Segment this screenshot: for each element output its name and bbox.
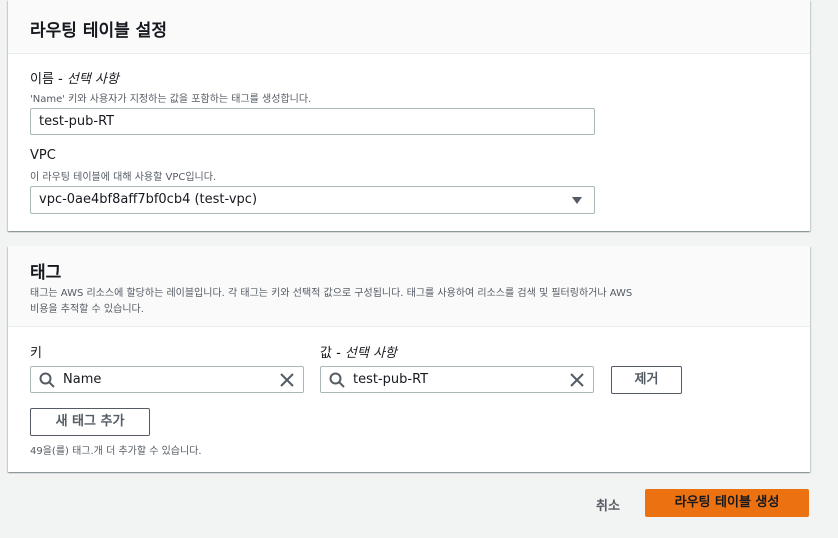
route-table-settings-header: 라우팅 테이블 설정 — [8, 0, 810, 54]
add-tag-button[interactable]: 새 태그 추가 — [30, 408, 150, 436]
cancel-button[interactable]: 취소 — [596, 495, 620, 514]
vpc-label: VPC — [30, 148, 56, 163]
search-icon — [329, 372, 345, 388]
tag-value-input[interactable]: test-pub-RT — [320, 366, 594, 393]
tags-description-line1: 태그는 AWS 리소스에 할당하는 레이블입니다. 각 태그는 키와 선택적 값… — [30, 288, 633, 299]
tag-value-value: test-pub-RT — [353, 372, 429, 387]
route-table-settings-panel: 라우팅 테이블 설정 이름 - 선택 사항 'Name' 키와 사용자가 지정하… — [8, 0, 810, 231]
name-label-row: 이름 - 선택 사항 — [30, 68, 119, 87]
clear-icon[interactable] — [279, 372, 295, 388]
name-description: 'Name' 키와 사용자가 지정하는 값을 포함하는 태그를 생성합니다. — [30, 94, 312, 105]
tags-description-line2: 비용을 추적할 수 있습니다. — [30, 304, 144, 315]
name-input[interactable]: test-pub-RT — [30, 108, 595, 135]
vpc-select[interactable]: vpc-0ae4bf8aff7bf0cb4 (test-vpc) — [30, 186, 595, 214]
name-optional-label: - 선택 사항 — [53, 72, 119, 87]
name-label: 이름 — [30, 72, 54, 87]
tag-key-value: Name — [63, 372, 102, 387]
caret-down-icon — [572, 197, 582, 204]
tag-value-optional-label: - 선택 사항 — [331, 346, 397, 361]
vpc-description: 이 라우팅 테이블에 대해 사용할 VPC입니다. — [30, 172, 217, 183]
route-table-settings-title: 라우팅 테이블 설정 — [30, 21, 167, 41]
tags-header: 태그 태그는 AWS 리소스에 할당하는 레이블입니다. 각 태그는 키와 선택… — [8, 246, 810, 327]
tags-title: 태그 — [30, 263, 62, 283]
tag-key-input[interactable]: Name — [30, 366, 304, 393]
remove-tag-button[interactable]: 제거 — [611, 366, 682, 394]
remaining-tags-text: 49을(를) 태그.개 더 추가할 수 있습니다. — [30, 446, 202, 457]
vpc-select-value: vpc-0ae4bf8aff7bf0cb4 (test-vpc) — [39, 192, 258, 207]
clear-icon[interactable] — [569, 372, 585, 388]
search-icon — [39, 372, 55, 388]
tag-value-label-row: 값 - 선택 사항 — [320, 342, 397, 361]
create-route-table-button[interactable]: 라우팅 테이블 생성 — [645, 489, 809, 517]
tag-key-label: 키 — [30, 346, 42, 361]
tags-panel: 태그 태그는 AWS 리소스에 할당하는 레이블입니다. 각 태그는 키와 선택… — [8, 246, 810, 472]
tag-value-label: 값 — [320, 346, 332, 361]
